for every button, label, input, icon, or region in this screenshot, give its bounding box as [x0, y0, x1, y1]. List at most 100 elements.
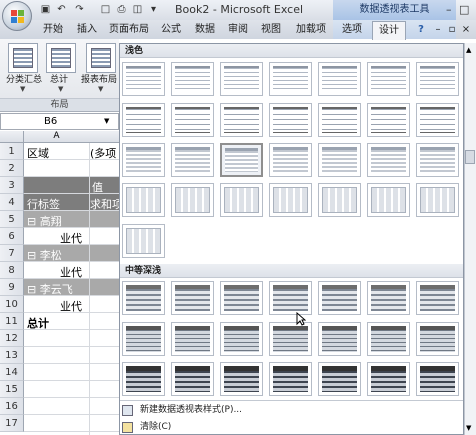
- row-header[interactable]: 6: [0, 228, 24, 245]
- pivot-style-thumbnail[interactable]: [318, 103, 361, 137]
- pivot-style-thumbnail[interactable]: [416, 62, 459, 96]
- cell-a[interactable]: 区域: [27, 145, 49, 161]
- pivot-style-thumbnail[interactable]: [269, 143, 312, 177]
- pivot-style-thumbnail[interactable]: [367, 103, 410, 137]
- pivot-style-thumbnail[interactable]: [318, 322, 361, 356]
- pivot-style-thumbnail[interactable]: [122, 143, 165, 177]
- cell-a[interactable]: ⊟ 高翔: [27, 213, 62, 229]
- row-header[interactable]: 16: [0, 398, 24, 415]
- pivot-style-thumbnail[interactable]: [367, 281, 410, 315]
- pivot-style-thumbnail[interactable]: [318, 183, 361, 217]
- pivot-style-thumbnail[interactable]: [416, 362, 459, 396]
- table-row[interactable]: [24, 177, 119, 194]
- tab-data[interactable]: 数据: [190, 21, 220, 39]
- gallery-scrollbar[interactable]: [464, 43, 476, 435]
- select-all-corner[interactable]: [0, 131, 24, 143]
- row-header[interactable]: 11: [0, 313, 24, 330]
- pivot-style-thumbnail[interactable]: [318, 62, 361, 96]
- row-header[interactable]: 4: [0, 194, 24, 211]
- tab-page-layout[interactable]: 页面布局: [104, 21, 154, 39]
- grand-totals-dropdown-icon[interactable]: ▼: [58, 85, 63, 93]
- pivot-style-thumbnail[interactable]: [318, 362, 361, 396]
- pivot-style-thumbnail[interactable]: [416, 281, 459, 315]
- tab-options[interactable]: 选项: [336, 21, 368, 39]
- ribbon-minimize-icon[interactable]: –: [432, 21, 444, 39]
- pivot-style-thumbnail[interactable]: [122, 281, 165, 315]
- pivot-style-thumbnail[interactable]: [367, 362, 410, 396]
- customize-qat-icon[interactable]: ▾: [146, 3, 161, 17]
- pivot-style-thumbnail[interactable]: [220, 183, 263, 217]
- pivot-style-thumbnail[interactable]: [220, 143, 263, 177]
- pivot-style-thumbnail[interactable]: [122, 62, 165, 96]
- grand-totals-button[interactable]: [46, 43, 76, 73]
- restore-icon[interactable]: ▫: [446, 21, 458, 39]
- table-row[interactable]: [24, 347, 119, 364]
- help-icon[interactable]: ?: [414, 21, 428, 39]
- row-header[interactable]: 2: [0, 160, 24, 177]
- subtotals-dropdown-icon[interactable]: ▼: [20, 85, 25, 93]
- table-row[interactable]: [24, 398, 119, 415]
- pivot-style-thumbnail[interactable]: [171, 322, 214, 356]
- cell-a[interactable]: 行标签: [27, 196, 60, 212]
- tab-insert[interactable]: 插入: [72, 21, 102, 39]
- pivot-style-thumbnail[interactable]: [171, 362, 214, 396]
- preview-icon[interactable]: ◫: [130, 3, 145, 17]
- maximize-icon[interactable]: □: [459, 3, 469, 16]
- pivot-style-thumbnail[interactable]: [220, 103, 263, 137]
- scroll-thumb[interactable]: [465, 150, 475, 164]
- row-header[interactable]: 17: [0, 415, 24, 432]
- cell-a[interactable]: 业代: [60, 298, 82, 314]
- scroll-up-icon[interactable]: ▲: [466, 46, 471, 54]
- table-row[interactable]: [24, 160, 119, 177]
- pivot-style-thumbnail[interactable]: [220, 362, 263, 396]
- report-layout-button[interactable]: [86, 43, 116, 73]
- new-icon[interactable]: □: [98, 3, 113, 17]
- pivot-style-thumbnail[interactable]: [367, 183, 410, 217]
- cell-a[interactable]: ⊟ 李云飞: [27, 281, 73, 297]
- pivot-style-thumbnail[interactable]: [269, 281, 312, 315]
- pivot-style-thumbnail[interactable]: [269, 103, 312, 137]
- pivot-style-thumbnail[interactable]: [367, 322, 410, 356]
- redo-icon[interactable]: ↷: [72, 3, 87, 17]
- row-header[interactable]: 9: [0, 279, 24, 296]
- office-button[interactable]: [2, 1, 32, 31]
- pivot-style-thumbnail[interactable]: [318, 143, 361, 177]
- row-header[interactable]: 3: [0, 177, 24, 194]
- clear-style-menu-item[interactable]: 清除(C): [140, 419, 171, 435]
- cell-a[interactable]: 总计: [27, 315, 49, 331]
- undo-icon[interactable]: ↶: [54, 3, 69, 17]
- cell-b[interactable]: (多项: [90, 145, 116, 161]
- table-row[interactable]: [24, 381, 119, 398]
- tab-view[interactable]: 视图: [256, 21, 286, 39]
- row-header[interactable]: 8: [0, 262, 24, 279]
- pivot-style-thumbnail[interactable]: [171, 143, 214, 177]
- name-box-dropdown-icon[interactable]: ▼: [104, 117, 109, 125]
- tab-formulas[interactable]: 公式: [156, 21, 186, 39]
- pivot-style-thumbnail[interactable]: [318, 281, 361, 315]
- pivot-style-thumbnail[interactable]: [220, 62, 263, 96]
- cell-b[interactable]: 值: [92, 179, 103, 195]
- row-header[interactable]: 14: [0, 364, 24, 381]
- save-icon[interactable]: ▣: [38, 3, 53, 17]
- row-header[interactable]: 12: [0, 330, 24, 347]
- table-row[interactable]: [24, 364, 119, 381]
- pivot-style-thumbnail[interactable]: [171, 183, 214, 217]
- close-icon[interactable]: ×: [460, 21, 472, 39]
- pivot-style-thumbnail[interactable]: [416, 322, 459, 356]
- tab-home[interactable]: 开始: [34, 21, 72, 39]
- pivot-style-thumbnail[interactable]: [269, 62, 312, 96]
- scroll-down-icon[interactable]: ▼: [466, 424, 471, 432]
- row-header[interactable]: 10: [0, 296, 24, 313]
- pivot-style-thumbnail[interactable]: [220, 322, 263, 356]
- cell-a[interactable]: 业代: [60, 264, 82, 280]
- pivot-style-thumbnail[interactable]: [122, 322, 165, 356]
- pivot-style-thumbnail[interactable]: [122, 362, 165, 396]
- row-header[interactable]: 15: [0, 381, 24, 398]
- subtotals-button[interactable]: [8, 43, 38, 73]
- pivot-style-thumbnail[interactable]: [171, 103, 214, 137]
- cell-a[interactable]: 业代: [60, 230, 82, 246]
- cell-a[interactable]: ⊟ 李松: [27, 247, 62, 263]
- pivot-style-thumbnail[interactable]: [367, 143, 410, 177]
- report-layout-dropdown-icon[interactable]: ▼: [98, 85, 103, 93]
- pivot-style-thumbnail[interactable]: [122, 224, 165, 258]
